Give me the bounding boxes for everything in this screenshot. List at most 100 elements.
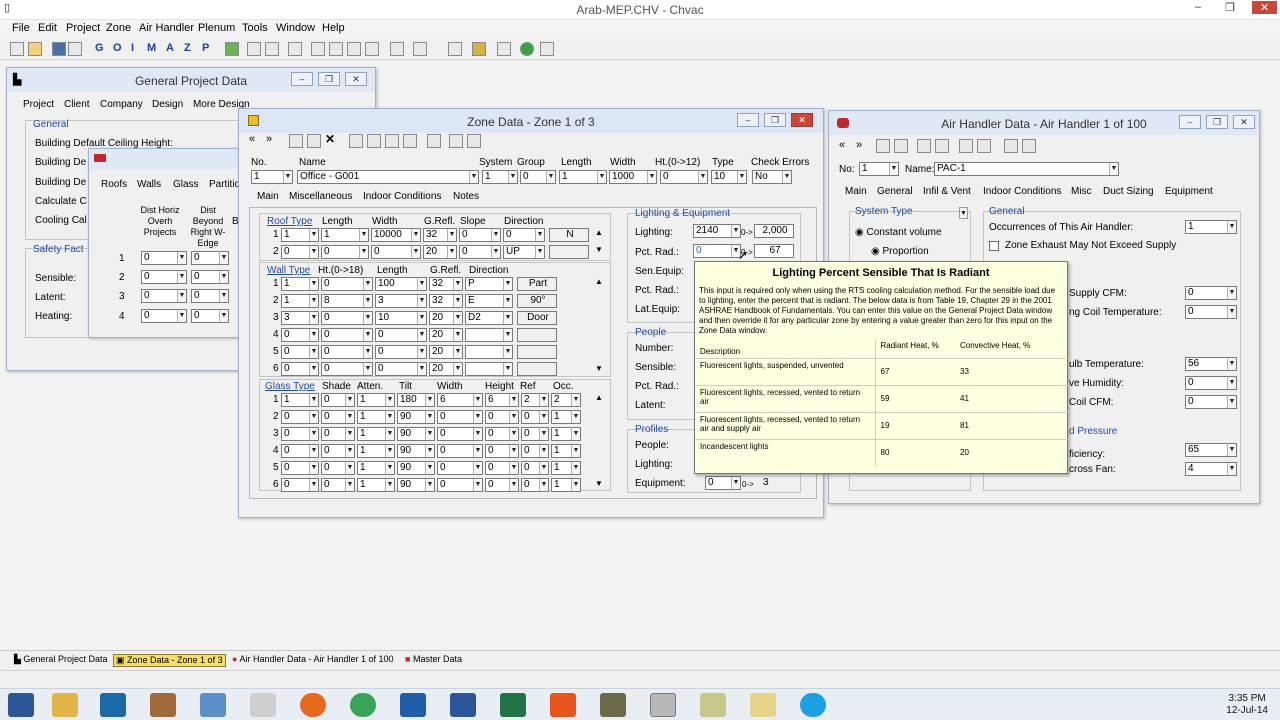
dropdown-arrow-icon[interactable]: ▼ (503, 346, 512, 358)
zone-check-errors-select[interactable]: No ▼ (752, 170, 792, 184)
roof-length-field[interactable]: 0 ▼ (321, 245, 369, 259)
printer-icon[interactable] (347, 42, 361, 56)
zone-delete-icon[interactable]: ✕ (325, 132, 335, 146)
notepad-icon[interactable] (250, 693, 276, 717)
dropdown-arrow-icon[interactable]: ▼ (571, 462, 580, 474)
wall-length-field[interactable]: 100 ▼ (375, 277, 427, 291)
dropdown-arrow-icon[interactable]: ▼ (363, 329, 372, 341)
wall-direction-field[interactable]: D2 ▼ (465, 311, 513, 325)
glass-atten-field[interactable]: 1 ▼ (357, 427, 395, 441)
ahu-title-bar[interactable]: Air Handler Data - Air Handler 1 of 100 … (829, 111, 1259, 135)
dropdown-arrow-icon[interactable]: ▼ (473, 394, 482, 406)
glass-width-field[interactable]: 0 ▼ (437, 444, 483, 458)
zone-zoom-icon[interactable] (449, 134, 463, 148)
glass-ref-field[interactable]: 2 ▼ (521, 393, 549, 407)
glass-height-field[interactable]: 0 ▼ (485, 444, 519, 458)
glass-shade-field[interactable]: 0 ▼ (321, 393, 355, 407)
dropdown-arrow-icon[interactable]: ▼ (473, 445, 482, 457)
start-button-icon[interactable] (8, 693, 34, 717)
dropdown-arrow-icon[interactable]: ▼ (571, 479, 580, 491)
zone-system-select[interactable]: 1 ▼ (482, 170, 518, 184)
dropdown-arrow-icon[interactable]: ▼ (363, 295, 372, 307)
roofs-field[interactable]: 0 ▼ (141, 289, 187, 303)
dropdown-arrow-icon[interactable]: ▼ (737, 171, 746, 183)
glass-tilt-field[interactable]: 180 ▼ (397, 393, 435, 407)
dropdown-arrow-icon[interactable]: ▼ (509, 394, 518, 406)
glass-tilt-field[interactable]: 90 ▼ (397, 410, 435, 424)
dropdown-arrow-icon[interactable]: ▼ (385, 411, 394, 423)
ahu-minimize-button[interactable]: – (1179, 115, 1201, 129)
wall-refl-field[interactable]: 20 ▼ (429, 362, 463, 376)
glass-shade-field[interactable]: 0 ▼ (321, 427, 355, 441)
help-icon[interactable] (520, 42, 534, 56)
zone-type-select[interactable]: 10 ▼ (711, 170, 747, 184)
glass-type-field[interactable]: 1 ▼ (281, 393, 319, 407)
dropdown-arrow-icon[interactable]: ▼ (447, 229, 456, 241)
dropdown-arrow-icon[interactable]: ▼ (535, 229, 544, 241)
dropdown-arrow-icon[interactable]: ▼ (359, 246, 368, 258)
glass-occ-field[interactable]: 1 ▼ (551, 478, 581, 492)
menu-zone[interactable]: Zone (106, 22, 131, 34)
dropdown-arrow-icon[interactable]: ▼ (425, 411, 434, 423)
zone-paste-icon[interactable] (385, 134, 399, 148)
dropdown-arrow-icon[interactable]: ▼ (385, 428, 394, 440)
menu-help[interactable]: Help (322, 22, 345, 34)
gpd-restore-button[interactable]: ❐ (318, 72, 340, 86)
gpd-title-bar[interactable]: ▙ General Project Data – ❐ ✕ (7, 68, 375, 92)
roofs-title-bar[interactable] (89, 149, 247, 169)
ahu-binoculars-icon[interactable] (1004, 139, 1018, 153)
zone-length-select[interactable]: 1 ▼ (559, 170, 607, 184)
wall-type-field[interactable]: 1 ▼ (281, 277, 319, 291)
dropdown-arrow-icon[interactable]: ▼ (503, 363, 512, 375)
app-folder-icon[interactable] (750, 693, 776, 717)
gpd-minimize-button[interactable]: – (291, 72, 313, 86)
dropdown-arrow-icon[interactable]: ▼ (345, 462, 354, 474)
gpd-tab-company[interactable]: Company (100, 99, 143, 110)
dropdown-arrow-icon[interactable]: ▼ (309, 312, 318, 324)
dropdown-arrow-icon[interactable]: ▼ (1227, 377, 1236, 389)
skype-icon[interactable] (800, 693, 826, 717)
dropdown-arrow-icon[interactable]: ▼ (417, 278, 426, 290)
dropdown-arrow-icon[interactable]: ▼ (219, 252, 228, 264)
ahu-tab-main[interactable]: Main (845, 186, 867, 197)
glass-occ-field[interactable]: 1 ▼ (551, 461, 581, 475)
calculator-icon[interactable] (200, 693, 226, 717)
app-orange-icon[interactable] (550, 693, 576, 717)
dropdown-arrow-icon[interactable]: ▼ (363, 363, 372, 375)
dropdown-arrow-icon[interactable]: ▼ (889, 163, 898, 175)
open-folder-icon[interactable] (28, 42, 42, 56)
zone-copy-icon[interactable] (367, 134, 381, 148)
outlook-icon[interactable] (400, 693, 426, 717)
glass-occ-field[interactable]: 1 ▼ (551, 444, 581, 458)
wall-ht-field[interactable]: 8 ▼ (321, 294, 373, 308)
roofs-tab-partition[interactable]: Partitic (209, 179, 240, 190)
menu-edit[interactable]: Edit (38, 22, 57, 34)
ahu-find-icon[interactable] (977, 139, 991, 153)
glass-ref-field[interactable]: 0 ▼ (521, 461, 549, 475)
dropdown-arrow-icon[interactable]: ▼ (363, 346, 372, 358)
tools-icon[interactable] (390, 42, 404, 56)
wall-direction-field[interactable]: P ▼ (465, 277, 513, 291)
dropdown-arrow-icon[interactable]: ▼ (309, 363, 318, 375)
dropdown-arrow-icon[interactable]: ▼ (473, 428, 482, 440)
dropdown-arrow-icon[interactable]: ▼ (385, 445, 394, 457)
gpd-tab-design[interactable]: Design (152, 99, 183, 110)
app-tool-icon[interactable] (150, 693, 176, 717)
dropdown-arrow-icon[interactable]: ▼ (539, 445, 548, 457)
glass-width-field[interactable]: 0 ▼ (437, 427, 483, 441)
roofs-field[interactable]: 0 ▼ (191, 289, 229, 303)
zone-paste-special-icon[interactable] (403, 134, 417, 148)
glass-width-field[interactable]: 0 ▼ (437, 478, 483, 492)
zone-restore-button[interactable]: ❐ (764, 113, 786, 127)
dropdown-arrow-icon[interactable]: ▼ (417, 329, 426, 341)
app-notes-icon[interactable] (700, 693, 726, 717)
dropdown-arrow-icon[interactable]: ▼ (309, 295, 318, 307)
glass-atten-field[interactable]: 1 ▼ (357, 393, 395, 407)
dropdown-arrow-icon[interactable]: ▼ (491, 246, 500, 258)
glass-ref-field[interactable]: 0 ▼ (521, 444, 549, 458)
toolbar-p[interactable]: P (202, 42, 209, 54)
glass-shade-field[interactable]: 0 ▼ (321, 478, 355, 492)
glass-height-field[interactable]: 6 ▼ (485, 393, 519, 407)
dropdown-arrow-icon[interactable]: ▼ (503, 312, 512, 324)
gpd-tab-client[interactable]: Client (64, 99, 90, 110)
